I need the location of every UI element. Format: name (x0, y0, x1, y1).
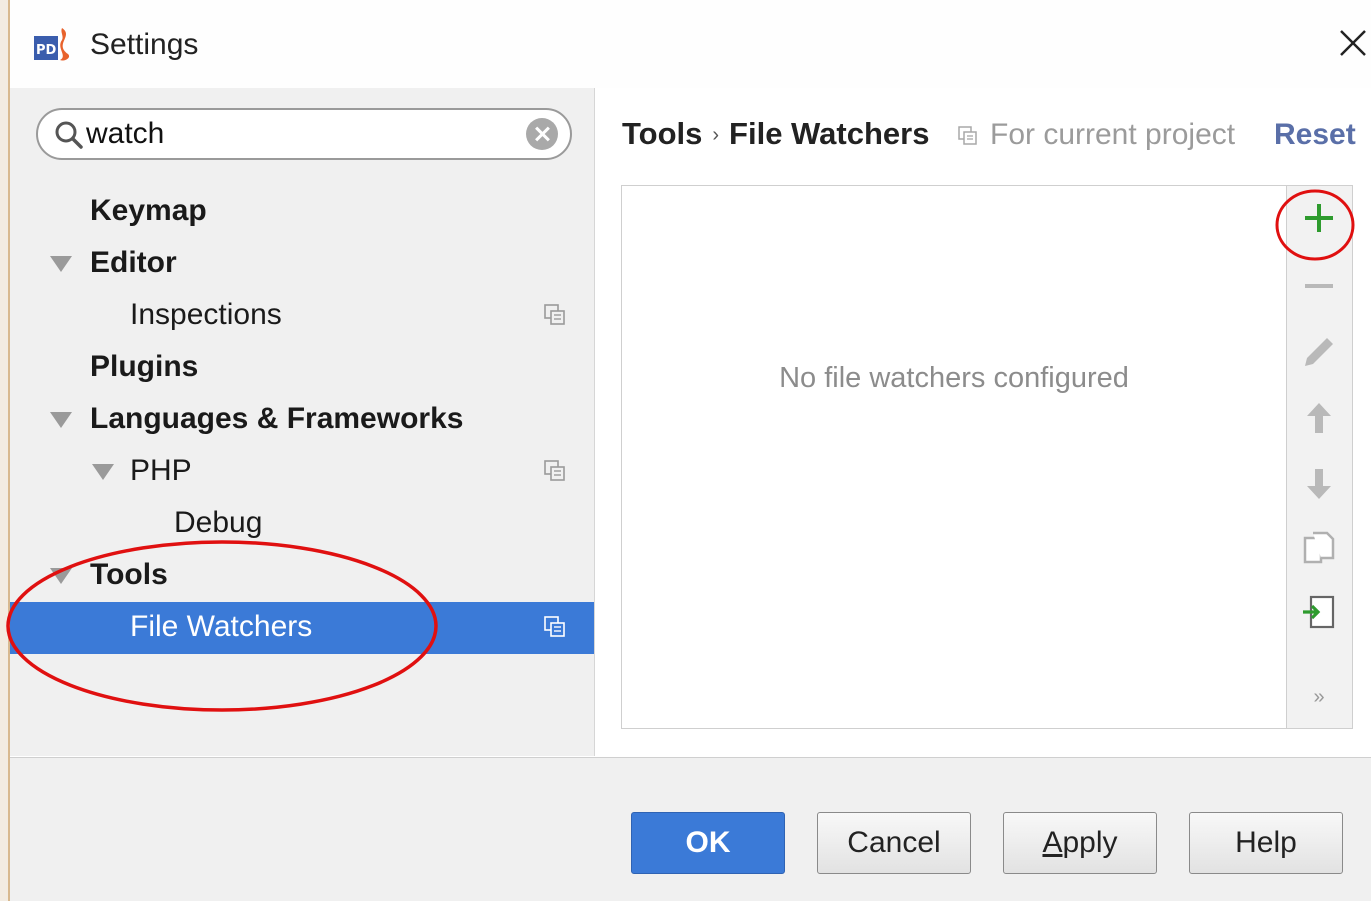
tree-item-languages-frameworks[interactable]: Languages & Frameworks (10, 394, 594, 446)
more-actions-icon[interactable]: » (1301, 686, 1337, 710)
tree-item-label: Languages & Frameworks (90, 402, 464, 435)
cancel-button[interactable]: Cancel (817, 812, 971, 874)
tree-item-keymap[interactable]: Keymap (10, 186, 594, 238)
apply-button[interactable]: Apply (1003, 812, 1157, 874)
expand-arrow-icon[interactable] (50, 568, 72, 584)
tree-item-php[interactable]: PHP (10, 446, 594, 498)
minus-icon[interactable] (1301, 268, 1337, 304)
tree-item-debug[interactable]: Debug (10, 498, 594, 550)
tree-item-label: Tools (90, 558, 168, 591)
arrow-down-icon[interactable] (1301, 466, 1337, 502)
scope-label: For current project (990, 118, 1236, 151)
search-icon (55, 121, 83, 149)
search-input[interactable] (86, 116, 506, 152)
tree-item-tools[interactable]: Tools (10, 550, 594, 602)
tree-item-file-watchers[interactable]: File Watchers (10, 602, 594, 654)
project-scope-icon (544, 304, 565, 325)
arrow-up-icon[interactable] (1301, 400, 1337, 436)
pencil-icon[interactable] (1301, 334, 1337, 370)
expand-arrow-icon[interactable] (50, 412, 72, 428)
expand-arrow-icon[interactable] (50, 256, 72, 272)
window-edge (0, 0, 10, 901)
empty-list-message: No file watchers configured (779, 362, 1129, 394)
copy-icon[interactable] (1301, 530, 1337, 566)
project-scope-icon (958, 126, 977, 145)
settings-sidebar: Keymap Editor Inspections Plugins Languages … (10, 88, 595, 756)
clear-search-icon[interactable] (526, 118, 558, 150)
tree-item-inspections[interactable]: Inspections (10, 290, 594, 342)
tree-item-label: Keymap (90, 194, 207, 227)
breadcrumb-separator: › (712, 124, 720, 146)
search-field[interactable] (36, 108, 572, 160)
project-scope-icon (544, 460, 565, 481)
tree-item-label: Plugins (90, 350, 199, 383)
title-bar: PD Settings (10, 0, 1371, 88)
file-watchers-list[interactable]: No file watchers configured (621, 185, 1287, 729)
phpstorm-logo-icon: PD (34, 28, 70, 61)
expand-arrow-icon[interactable] (92, 464, 114, 480)
svg-text:PD: PD (36, 43, 57, 58)
ok-button[interactable]: OK (631, 812, 785, 874)
tree-item-label: PHP (130, 454, 192, 487)
breadcrumb: Tools › File Watchers (622, 116, 929, 152)
plus-icon[interactable] (1301, 200, 1337, 236)
reset-link[interactable]: Reset (1274, 118, 1356, 152)
import-icon[interactable] (1301, 594, 1337, 630)
project-scope-icon (544, 616, 565, 637)
tree-item-editor[interactable]: Editor (10, 238, 594, 290)
window-title: Settings (90, 28, 199, 61)
breadcrumb-file-watchers: File Watchers (729, 116, 930, 151)
tree-item-plugins[interactable]: Plugins (10, 342, 594, 394)
tree-item-label: Editor (90, 246, 177, 279)
list-toolbar: » (1287, 185, 1353, 729)
breadcrumb-tools: Tools (622, 116, 703, 151)
tree-item-label: Debug (174, 506, 263, 539)
help-button[interactable]: Help (1189, 812, 1343, 874)
tree-item-label: File Watchers (130, 610, 313, 643)
tree-item-label: Inspections (130, 298, 282, 331)
close-icon[interactable] (1336, 26, 1370, 60)
